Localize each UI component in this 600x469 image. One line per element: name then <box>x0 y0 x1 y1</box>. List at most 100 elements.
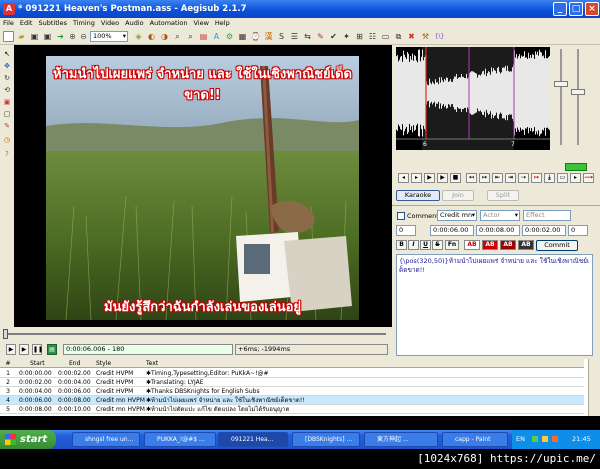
audio-waveform[interactable]: 6 7 <box>396 47 550 150</box>
seek-handle[interactable] <box>3 329 8 339</box>
menu-file[interactable]: File <box>0 18 17 29</box>
layer-field[interactable]: 0 <box>396 225 416 236</box>
rotate-xy-icon[interactable]: ⟲ <box>2 85 12 95</box>
menu-subtitles[interactable]: Subtitles <box>35 18 69 29</box>
task-tohoshinki[interactable]: 東方神起 ... <box>364 432 438 447</box>
close-video-icon[interactable]: ✖ <box>406 31 417 42</box>
tray-app-icon[interactable] <box>552 436 558 442</box>
replace-icon[interactable]: ⌕ <box>185 31 196 42</box>
pointer-icon[interactable]: ↖ <box>2 49 12 59</box>
font-button[interactable]: Fn <box>445 240 459 250</box>
play-end-icon[interactable]: ⇥ <box>505 173 516 183</box>
style-manager-icon[interactable]: S <box>276 31 287 42</box>
options-icon[interactable]: ⚒ <box>420 31 431 42</box>
menu-automation[interactable]: Automation <box>147 18 191 29</box>
autoscroll-icon[interactable]: ▤ <box>47 344 57 355</box>
maximize-button[interactable]: □ <box>569 2 583 16</box>
play-before-icon[interactable]: ↤ <box>466 173 477 183</box>
table-row[interactable]: 3 0:00:04.00 0:00:06.00 Credit HVPM ✱Thanks … <box>0 387 584 396</box>
play-start-icon[interactable]: ⇤ <box>492 173 503 183</box>
auto-scroll-audio-icon[interactable]: ⟶ <box>583 173 594 183</box>
shadow-color-button[interactable]: AB <box>518 240 534 250</box>
next-line-icon[interactable]: ▸ <box>411 173 422 183</box>
find-icon[interactable]: ⌕ <box>172 31 183 42</box>
minimize-button[interactable]: _ <box>553 2 567 16</box>
menu-view[interactable]: View <box>190 18 211 29</box>
open-video-icon[interactable]: ➔ <box>55 31 66 42</box>
visual-typesetting-icon[interactable]: ✦ <box>341 31 352 42</box>
task-folder[interactable]: PUKKA_!@#$ ... <box>144 432 216 447</box>
table-row[interactable]: 4 0:00:06.00 0:00:08.00 Credit mn HVPM ✱ห้าม… <box>0 396 584 405</box>
start-time-field[interactable]: 0:00:06.00 <box>430 225 474 236</box>
play-after-icon[interactable]: ↦ <box>479 173 490 183</box>
language-indicator[interactable]: EN <box>516 430 525 449</box>
volume-icon[interactable] <box>542 436 548 442</box>
play-line-icon[interactable]: ▶ <box>19 344 29 355</box>
secondary-color-button[interactable]: AB <box>482 240 498 250</box>
aegisub-app-icon[interactable]: A <box>3 3 15 15</box>
kanji-timer-icon[interactable]: 漢 <box>263 31 274 42</box>
duration-field[interactable]: 0:00:02.00 <box>522 225 566 236</box>
video-time-field[interactable]: 0:00:06.006 - 180 <box>63 344 233 355</box>
karaoke-button[interactable]: Karaoke <box>396 190 440 201</box>
next-commit-icon[interactable]: ▸ <box>570 173 581 183</box>
jump-end-icon[interactable]: ◑ <box>159 31 170 42</box>
task-dbsknights[interactable]: [DBSKnights] ... <box>292 432 360 447</box>
play-line-audio-icon[interactable]: ▶ <box>437 173 448 183</box>
dummy-video-icon[interactable]: ▭ <box>380 31 391 42</box>
effect-field[interactable]: Effect <box>523 210 571 221</box>
shift-times-icon[interactable]: ⇆ <box>302 31 313 42</box>
commit-button[interactable]: Commit <box>536 240 578 251</box>
bold-button[interactable]: B <box>396 240 407 250</box>
snap-icon[interactable]: ⊞ <box>354 31 365 42</box>
audio-zoom-slider[interactable] <box>553 49 569 145</box>
jump-start-icon[interactable]: ◐ <box>146 31 157 42</box>
play-to-end-icon[interactable]: ⇢ <box>518 173 529 183</box>
scale-icon[interactable]: ▣ <box>2 97 12 107</box>
underline-button[interactable]: U <box>420 240 431 250</box>
link-volume-toggle[interactable] <box>565 163 587 171</box>
primary-color-button[interactable]: AB <box>464 240 480 250</box>
split-button[interactable]: Split <box>487 190 519 201</box>
task-aegisub[interactable]: 091221 Hea... <box>218 432 288 447</box>
menu-video[interactable]: Video <box>98 18 122 29</box>
comment-checkbox[interactable] <box>397 212 405 220</box>
menu-timing[interactable]: Timing <box>70 18 98 29</box>
properties-icon[interactable]: ☰ <box>289 31 300 42</box>
save-as-icon[interactable]: ▣ <box>42 31 53 42</box>
task-firefox[interactable]: shngsl free un... <box>72 432 140 447</box>
start-button[interactable]: start <box>0 430 56 449</box>
menu-edit[interactable]: Edit <box>17 18 36 29</box>
detach-video-icon[interactable]: ⧉ <box>393 31 404 42</box>
table-row[interactable]: 1 0:00:00.00 0:00:02.00 Credit HVPM ✱Timing,… <box>0 369 584 378</box>
task-paint[interactable]: capp - Paint <box>442 432 508 447</box>
join-button[interactable]: Join <box>442 190 474 201</box>
rotate-z-icon[interactable]: ↻ <box>2 73 12 83</box>
translation-assistant-icon[interactable]: ✎ <box>315 31 326 42</box>
resample-icon[interactable]: ▦ <box>237 31 248 42</box>
audio-volume-slider[interactable] <box>570 49 586 145</box>
attachments-icon[interactable]: ▤ <box>198 31 209 42</box>
video-frame[interactable]: ห้ามนำไปเผยแพร่ จำหน่าย และ ใช้ในเชิงพาณ… <box>46 56 359 320</box>
stop-icon[interactable]: ■ <box>450 173 461 183</box>
save-icon[interactable]: ▣ <box>29 31 40 42</box>
tag-icon[interactable]: {\} <box>434 31 445 42</box>
jump-video-icon[interactable]: ◈ <box>133 31 144 42</box>
drag-icon[interactable]: ✥ <box>2 61 12 71</box>
new-file-icon[interactable] <box>3 31 14 42</box>
menu-audio[interactable]: Audio <box>122 18 146 29</box>
commit-audio-icon[interactable]: ↦ <box>531 173 542 183</box>
timing-postprocessor-icon[interactable]: ⌚ <box>250 31 261 42</box>
italic-button[interactable]: I <box>408 240 419 250</box>
end-time-field[interactable]: 0:00:08.00 <box>476 225 520 236</box>
auto-commit-icon[interactable]: ▭ <box>557 173 568 183</box>
goto-icon[interactable]: ⤓ <box>544 173 555 183</box>
play-selection-icon[interactable]: ▶ <box>424 173 435 183</box>
automation-icon[interactable]: ⚙ <box>224 31 235 42</box>
select-lines-icon[interactable]: ☷ <box>367 31 378 42</box>
vector-clip-icon[interactable]: ✎ <box>2 121 12 131</box>
pause-icon[interactable]: ❚❚ <box>32 344 43 355</box>
clip-icon[interactable]: ▢ <box>2 109 12 119</box>
help-icon[interactable]: ? <box>2 149 12 159</box>
zoom-out-icon[interactable]: ⊖ <box>78 31 89 42</box>
